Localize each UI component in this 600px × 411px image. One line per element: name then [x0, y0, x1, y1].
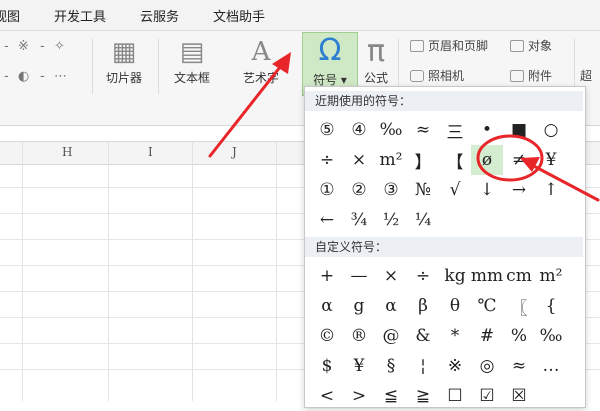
red-arrow-line	[208, 60, 286, 158]
red-arrow-line-2	[528, 162, 600, 202]
red-arrow-head	[272, 52, 291, 74]
annotation-overlay	[208, 52, 600, 202]
